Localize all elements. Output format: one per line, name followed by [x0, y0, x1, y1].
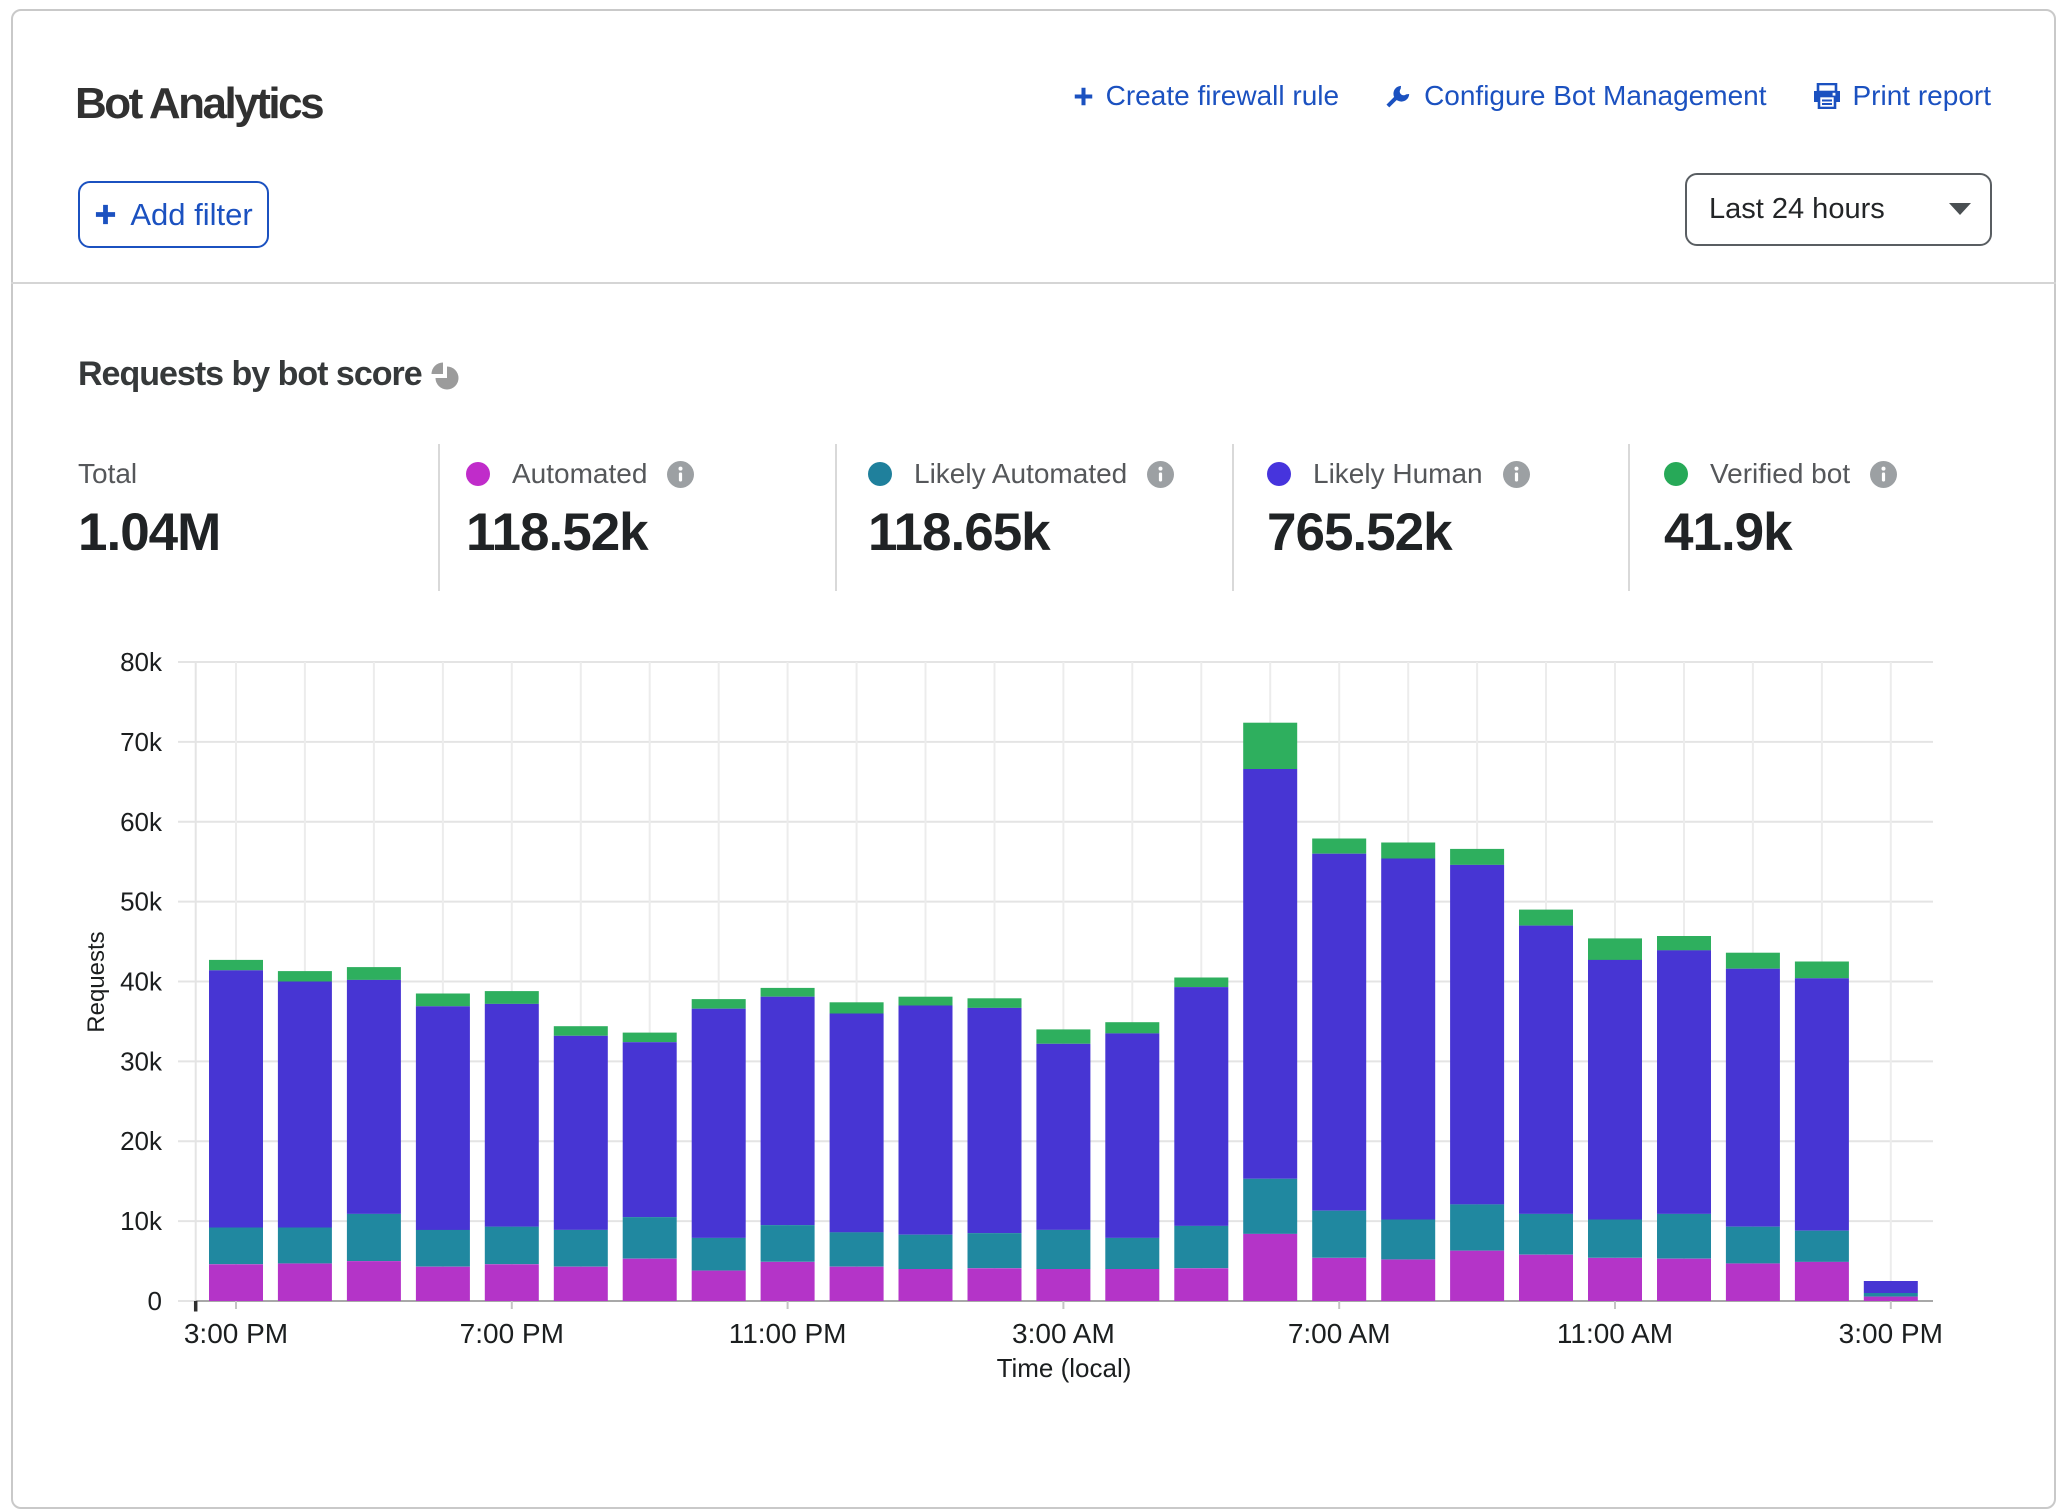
- svg-text:Requests: Requests: [83, 931, 110, 1032]
- svg-text:7:00 AM: 7:00 AM: [1288, 1318, 1391, 1349]
- svg-text:3:00 PM: 3:00 PM: [184, 1318, 288, 1349]
- svg-text:20k: 20k: [120, 1126, 163, 1156]
- svg-text:40k: 40k: [120, 967, 163, 997]
- svg-text:11:00 PM: 11:00 PM: [729, 1318, 847, 1349]
- svg-text:3:00 PM: 3:00 PM: [1839, 1318, 1943, 1349]
- svg-text:3:00 AM: 3:00 AM: [1012, 1318, 1115, 1349]
- svg-text:11:00 AM: 11:00 AM: [1557, 1318, 1673, 1349]
- svg-text:7:00 PM: 7:00 PM: [460, 1318, 564, 1349]
- svg-text:10k: 10k: [120, 1206, 163, 1236]
- svg-text:0: 0: [148, 1286, 162, 1316]
- svg-text:50k: 50k: [120, 887, 163, 917]
- svg-text:80k: 80k: [120, 647, 163, 677]
- svg-text:70k: 70k: [120, 727, 163, 757]
- svg-text:60k: 60k: [120, 807, 163, 837]
- svg-text:Time (local): Time (local): [997, 1353, 1132, 1383]
- svg-text:30k: 30k: [120, 1046, 163, 1076]
